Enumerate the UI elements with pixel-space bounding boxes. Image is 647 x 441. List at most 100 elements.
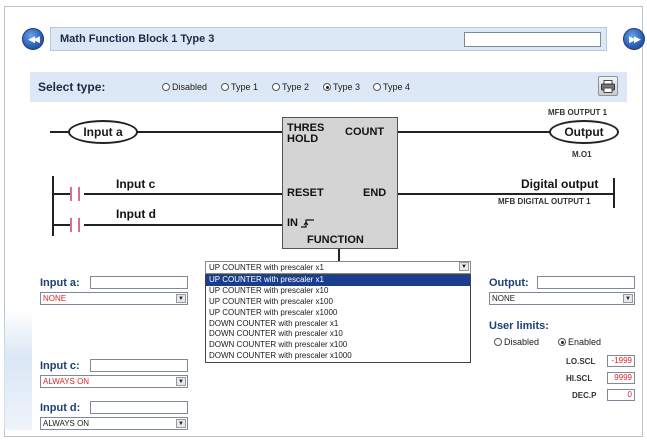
input-a-select[interactable]: NONE ▼ <box>40 292 188 305</box>
input-c-select[interactable]: ALWAYS ON ▼ <box>40 375 188 388</box>
left-power-rail <box>52 176 54 236</box>
radio-circle[interactable] <box>162 83 170 91</box>
input-c-text-field[interactable] <box>90 359 188 372</box>
output-coil: Output <box>549 120 619 144</box>
output-address: M.O1 <box>572 150 592 159</box>
decorative-gradient <box>4 310 32 430</box>
lo-scl-field[interactable]: -1999 <box>607 355 635 367</box>
chevron-down-icon[interactable]: ▼ <box>459 262 469 271</box>
radio-type-4[interactable]: Type 4 <box>373 82 410 92</box>
radio-type-1[interactable]: Type 1 <box>221 82 258 92</box>
limits-disabled-radio[interactable]: Disabled <box>494 337 539 347</box>
output-text-field[interactable] <box>537 276 635 289</box>
user-limits-label: User limits: <box>489 320 549 332</box>
function-port: FUNCTION <box>307 234 364 246</box>
input-d-label: Input d: <box>40 402 81 414</box>
radio-label: Type 3 <box>333 82 361 92</box>
radio-disabled[interactable]: Disabled <box>162 82 207 92</box>
input-a-coil: Input a <box>68 120 138 144</box>
header-bar: Math Function Block 1 Type 3 <box>50 27 607 51</box>
input-d-contact <box>70 218 80 232</box>
page-title: Math Function Block 1 Type 3 <box>60 33 215 45</box>
function-option[interactable]: UP COUNTER with prescaler x1 <box>206 275 470 286</box>
mfb-digital-output-label: MFB DIGITAL OUTPUT 1 <box>498 197 591 206</box>
dec-p-label: DEC.P <box>572 391 597 400</box>
radio-label: Enabled <box>568 337 602 347</box>
select-type-label: Select type: <box>38 80 106 94</box>
type-select-band: Select type: Disabled Type 1 Type 2 Type… <box>30 72 627 102</box>
radio-circle[interactable] <box>221 83 229 91</box>
output-text: Output <box>564 125 604 139</box>
input-d-select[interactable]: ALWAYS ON ▼ <box>40 417 188 430</box>
digital-output-label: Digital output <box>521 177 599 191</box>
next-button[interactable]: ▶▶ <box>623 28 645 50</box>
function-option[interactable]: DOWN COUNTER with prescaler x100 <box>206 340 470 351</box>
digital-output-wire <box>398 193 614 195</box>
radio-label: Type 4 <box>383 82 411 92</box>
rising-edge-icon <box>301 218 315 228</box>
fast-forward-icon: ▶▶ <box>629 33 641 44</box>
radio-label: Type 2 <box>282 82 310 92</box>
threshold-port: THRES HOLD <box>287 122 325 145</box>
rewind-icon: ◀◀ <box>28 33 40 44</box>
input-c-select-value: ALWAYS ON <box>43 377 90 386</box>
input-a-label: Input a: <box>40 277 80 289</box>
function-select[interactable]: UP COUNTER with prescaler x1 ▼ <box>205 261 471 274</box>
function-option[interactable]: DOWN COUNTER with prescaler x1000 <box>206 351 470 362</box>
rung-d-wire-a <box>54 224 70 226</box>
radio-circle[interactable] <box>373 83 381 91</box>
function-option[interactable]: UP COUNTER with prescaler x10 <box>206 286 470 297</box>
radio-circle[interactable] <box>494 338 502 346</box>
lo-scl-label: LO.SCL <box>566 357 596 366</box>
limits-enabled-radio[interactable]: Enabled <box>558 337 601 347</box>
rung-d-wire-b <box>84 224 282 226</box>
chevron-down-icon[interactable]: ▼ <box>623 294 633 303</box>
radio-circle-checked[interactable] <box>323 83 331 91</box>
rung-c-wire-a <box>54 193 70 195</box>
radio-circle-checked[interactable] <box>558 338 566 346</box>
function-options-list: UP COUNTER with prescaler x1 UP COUNTER … <box>205 274 471 363</box>
radio-label: Disabled <box>504 337 540 347</box>
reset-port: RESET <box>287 187 324 199</box>
hi-scl-label: HI.SCL <box>566 374 593 383</box>
output-select-value: NONE <box>492 294 516 303</box>
input-c-contact <box>70 187 80 201</box>
rung-c-wire-b <box>84 193 282 195</box>
mfb-output-label: MFB OUTPUT 1 <box>548 108 608 117</box>
input-d-select-value: ALWAYS ON <box>43 419 90 428</box>
end-port: END <box>363 187 387 199</box>
previous-button[interactable]: ◀◀ <box>22 28 44 50</box>
input-d-diagram-label: Input d <box>116 207 156 221</box>
radio-type-3[interactable]: Type 3 <box>323 82 360 92</box>
right-power-rail <box>613 178 615 208</box>
chevron-down-icon[interactable]: ▼ <box>176 419 186 428</box>
radio-type-2[interactable]: Type 2 <box>272 82 309 92</box>
input-a-text: Input a <box>83 125 123 139</box>
input-c-diagram-label: Input c <box>116 177 156 191</box>
input-a-text-field[interactable] <box>90 276 188 289</box>
function-option[interactable]: UP COUNTER with prescaler x1000 <box>206 308 470 319</box>
count-port: COUNT <box>345 126 385 138</box>
chevron-down-icon[interactable]: ▼ <box>176 294 186 303</box>
output-select[interactable]: NONE ▼ <box>489 292 635 305</box>
radio-label: Disabled <box>172 82 208 92</box>
function-block: THRES HOLD COUNT RESET END IN FUNCTION <box>282 117 398 249</box>
function-option[interactable]: DOWN COUNTER with prescaler x10 <box>206 329 470 340</box>
hi-scl-field[interactable]: 9999 <box>607 372 635 384</box>
dec-p-field[interactable]: 0 <box>607 389 635 401</box>
function-option[interactable]: UP COUNTER with prescaler x100 <box>206 297 470 308</box>
printer-icon <box>601 79 615 93</box>
in-port: IN <box>287 218 315 229</box>
input-c-label: Input c: <box>40 360 80 372</box>
function-select-value: UP COUNTER with prescaler x1 <box>209 263 324 272</box>
function-select-arrow-wrap[interactable]: ▼ <box>458 261 470 274</box>
print-button[interactable] <box>598 76 618 96</box>
function-option[interactable]: DOWN COUNTER with prescaler x1 <box>206 319 470 330</box>
output-label: Output: <box>489 277 529 289</box>
radio-circle[interactable] <box>272 83 280 91</box>
input-d-text-field[interactable] <box>90 401 188 414</box>
header-field[interactable] <box>464 32 601 47</box>
chevron-down-icon[interactable]: ▼ <box>176 377 186 386</box>
radio-label: Type 1 <box>231 82 259 92</box>
input-a-select-value: NONE <box>43 294 67 303</box>
